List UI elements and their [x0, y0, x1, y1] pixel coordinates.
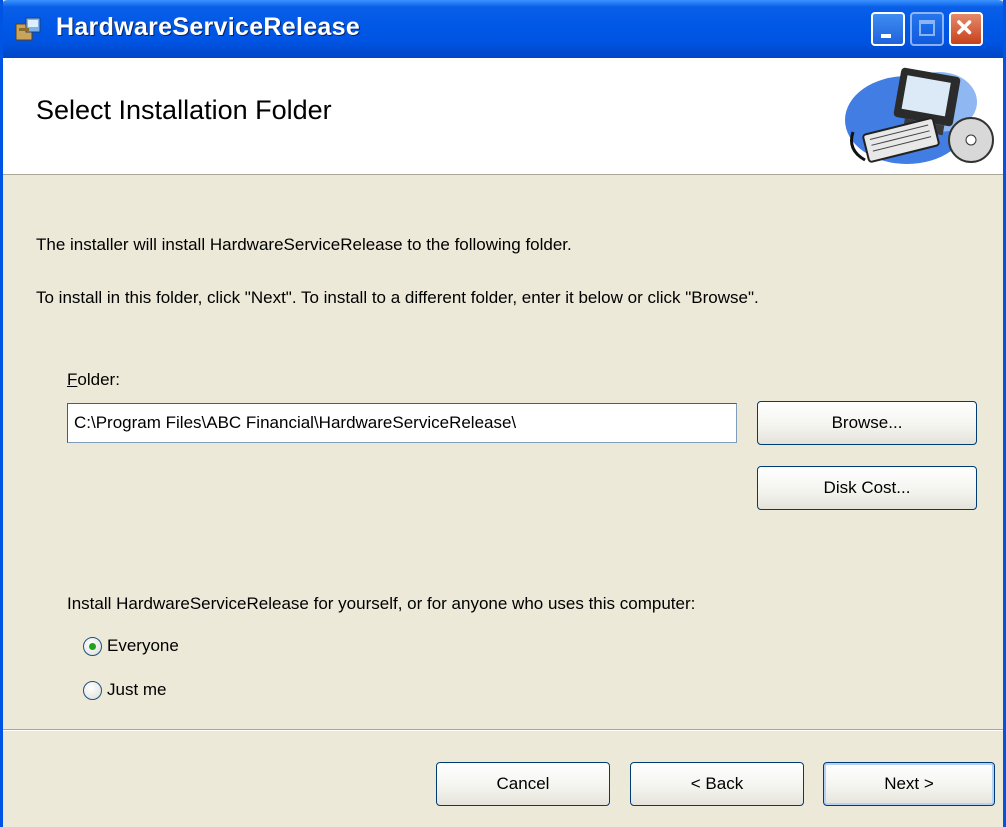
just-me-radio[interactable]: [83, 681, 102, 700]
disk-cost-button[interactable]: Disk Cost...: [757, 466, 977, 510]
page-title: Select Installation Folder: [36, 95, 332, 125]
just-me-label[interactable]: Just me: [107, 680, 167, 700]
computer-with-cd-icon: [845, 67, 994, 164]
folder-label-mnemonic: F: [67, 370, 78, 389]
close-icon[interactable]: [949, 12, 983, 46]
install-for-prompt: Install HardwareServiceRelease for yours…: [67, 594, 696, 613]
folder-label-rest: older:: [77, 370, 120, 389]
title-bar[interactable]: HardwareServiceRelease: [3, 0, 1003, 58]
folder-label: Folder:: [67, 370, 120, 390]
cancel-button[interactable]: Cancel: [436, 762, 610, 806]
browse-button[interactable]: Browse...: [757, 401, 977, 445]
everyone-radio[interactable]: [83, 637, 102, 656]
installer-window: HardwareServiceRelease Select Installati…: [0, 0, 1006, 827]
maximize-icon[interactable]: [910, 12, 944, 46]
next-button[interactable]: Next >: [823, 762, 995, 806]
folder-path-input[interactable]: [67, 403, 737, 443]
window-title: HardwareServiceRelease: [56, 13, 361, 41]
everyone-label[interactable]: Everyone: [107, 636, 179, 656]
minimize-icon[interactable]: [871, 12, 905, 46]
installer-package-icon: [15, 17, 41, 41]
back-button[interactable]: < Back: [630, 762, 804, 806]
instructions-text: To install in this folder, click "Next".…: [36, 288, 759, 307]
intro-text: The installer will install HardwareServi…: [36, 235, 572, 254]
footer-divider: [3, 729, 1003, 731]
header-banner: Select Installation Folder: [3, 58, 1003, 175]
